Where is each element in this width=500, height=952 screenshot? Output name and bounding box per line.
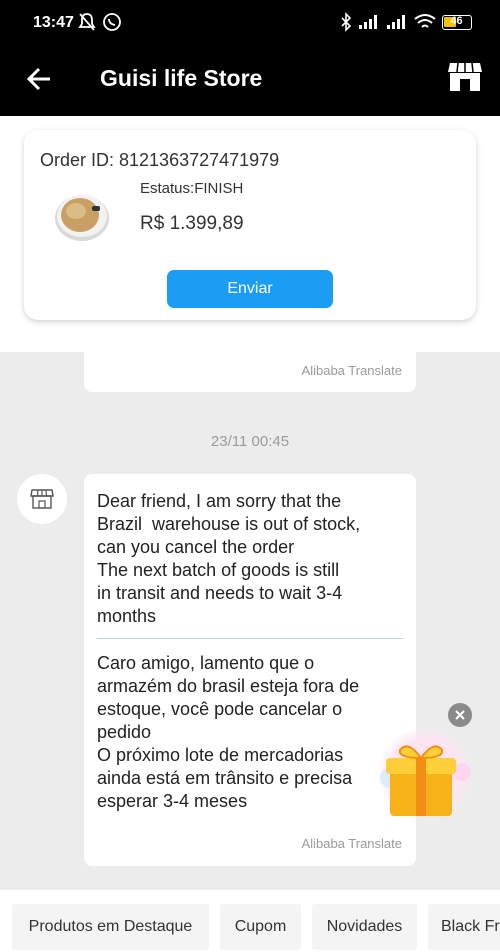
order-panel: Order ID: 8121363727471979 Estatus:FINIS…: [0, 116, 500, 352]
quick-action-black-friday[interactable]: Black Fr: [428, 904, 500, 950]
store-icon: [448, 62, 482, 91]
seller-avatar[interactable]: [17, 474, 67, 524]
store-button[interactable]: [446, 58, 484, 96]
order-id: Order ID: 8121363727471979: [40, 150, 280, 170]
order-card[interactable]: Order ID: 8121363727471979 Estatus:FINIS…: [24, 130, 476, 320]
order-price: R$ 1.399,89: [140, 213, 244, 234]
notification-muted-icon: [78, 13, 96, 31]
status-system-icons: 46: [340, 12, 472, 32]
status-time: 13:47: [33, 14, 74, 31]
battery-level: 46: [450, 14, 463, 27]
shop-avatar-icon: [30, 489, 54, 509]
message-translated-text: Caro amigo, lamento que o armazém do bra…: [97, 653, 360, 811]
translate-label: Alibaba Translate: [301, 363, 402, 378]
gift-icon: [377, 726, 473, 822]
arrow-left-icon: [26, 67, 50, 91]
status-notification-icons: [78, 12, 122, 32]
message-bubble[interactable]: Dear friend, I am sorry that the Brazil …: [84, 474, 416, 866]
bluetooth-icon: [341, 12, 352, 32]
signal-icon: [359, 15, 377, 29]
message-original-text: Dear friend, I am sorry that the Brazil …: [97, 491, 361, 626]
quick-actions-bar: Produtos em Destaque Cupom Novidades Bla…: [0, 890, 500, 952]
translate-label: Alibaba Translate: [301, 836, 402, 851]
back-button[interactable]: [22, 62, 56, 96]
quick-action-featured[interactable]: Produtos em Destaque: [12, 904, 209, 950]
previous-message-bubble: Alibaba Translate: [84, 352, 416, 392]
product-image[interactable]: [52, 186, 112, 246]
app-header: Guisi life Store: [0, 46, 500, 116]
quick-action-new-arrivals[interactable]: Novidades: [312, 904, 417, 950]
signal-icon-2: [387, 15, 405, 29]
translation-divider: [97, 638, 403, 639]
status-bar: 13:47 46: [0, 0, 500, 46]
wifi-icon: [414, 14, 436, 28]
whatsapp-icon: [103, 13, 121, 31]
page-title: Guisi life Store: [100, 65, 263, 91]
message-timestamp: 23/11 00:45: [210, 433, 290, 450]
send-order-button[interactable]: Enviar: [167, 270, 333, 308]
order-status: Estatus:FINISH: [140, 180, 244, 197]
gift-promo-button[interactable]: [370, 720, 476, 824]
battery-icon: 46: [442, 14, 472, 30]
quick-action-coupon[interactable]: Cupom: [220, 904, 301, 950]
robot-vacuum-icon: [55, 195, 109, 241]
